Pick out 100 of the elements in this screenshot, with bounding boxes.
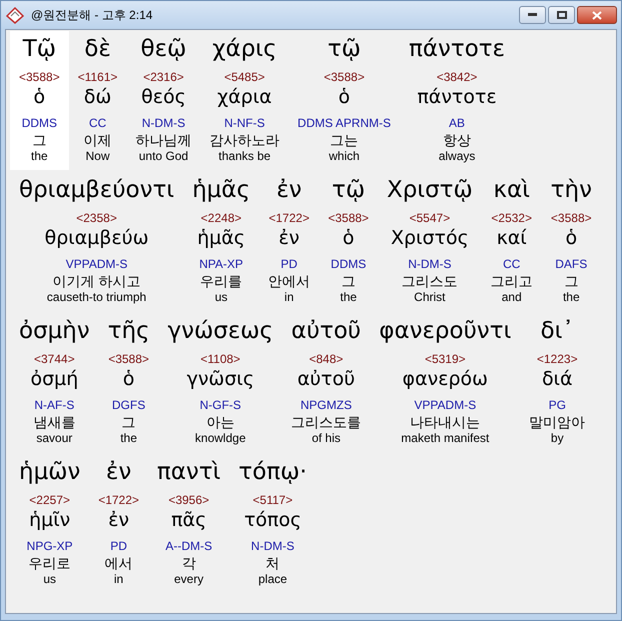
word-column[interactable]: χάρις <5485> χάρια N-NF-S 감사하노라 thanks be [200, 31, 289, 170]
korean-gloss: 우리로 [28, 554, 71, 572]
english-gloss: the [340, 290, 357, 305]
parsing-code: DDMS APRNM-S [298, 115, 391, 131]
greek-word: δι᾽ [540, 317, 574, 346]
parsing-code: PD [280, 256, 298, 272]
korean-gloss: 아는 [206, 413, 234, 431]
strong-number: <2316> [143, 69, 184, 85]
word-column[interactable]: θριαμβεύοντι <2358> θριαμβεύω VPPADM-S 이기게 하시고 causeth-to triumph [10, 172, 184, 311]
strong-number: <2532> [491, 210, 532, 226]
strong-number: <3588> [328, 210, 369, 226]
word-column[interactable]: Χριστῷ <5547> Χριστός N-DM-S 그리스도 Christ [378, 172, 482, 311]
korean-gloss: 이기게 하시고 [52, 272, 141, 290]
strong-number: <5547> [409, 210, 450, 226]
word-column[interactable]: τὴν <3588> ὁ DAFS 그 the [542, 172, 601, 311]
english-gloss: maketh manifest [401, 431, 490, 446]
english-gloss: the [120, 431, 138, 446]
lemma: ὁ [565, 226, 578, 250]
word-column[interactable]: τῷ <3588> ὁ DDMS APRNM-S 그는 which [288, 31, 400, 170]
greek-word: Χριστῷ [386, 176, 473, 205]
strong-number: <1108> [200, 351, 240, 367]
strong-number: <3588> [19, 69, 60, 85]
greek-word: θριαμβεύοντι [19, 176, 174, 205]
greek-word: αὐτοῦ [291, 317, 361, 346]
word-column[interactable]: τῆς <3588> ὁ DGFS 그 the [98, 313, 159, 452]
english-gloss: us [214, 290, 228, 305]
korean-gloss: 처 [266, 554, 280, 572]
greek-word: δὲ [84, 35, 111, 64]
word-column[interactable]: δὲ <1161> δώ CC 이제 Now [68, 31, 127, 170]
greek-word: καὶ [493, 176, 530, 205]
greek-word: ἐν [106, 458, 132, 487]
strong-number: <1722> [98, 492, 140, 508]
greek-word: τόπῳ· [238, 458, 307, 487]
parsing-code: DDMS [330, 256, 366, 272]
korean-gloss: 냄새를 [33, 413, 76, 431]
maximize-icon [556, 11, 566, 19]
english-gloss: by [550, 431, 564, 446]
greek-word: χάρις [212, 35, 277, 64]
strong-number: <5485> [224, 69, 265, 85]
parsing-code: N-DM-S [142, 115, 186, 131]
strong-number: <3842> [436, 69, 478, 85]
greek-word: ἐν [276, 176, 302, 205]
word-column[interactable]: γνώσεως <1108> γνῶσις N-GF-S 아는 knowldge [158, 313, 282, 452]
lemma: ἡμᾶς [197, 226, 246, 250]
lemma: ἐν [278, 226, 300, 250]
korean-gloss: 감사하노라 [210, 131, 280, 149]
maximize-button[interactable] [548, 6, 575, 24]
word-column[interactable]: καὶ <2532> καί CC 그리고 and [482, 172, 542, 311]
greek-word: ὀσμὴν [19, 317, 90, 346]
word-column[interactable]: θεῷ <2316> θεός N-DM-S 하나님께 unto God [126, 31, 201, 170]
parsing-code: PG [548, 397, 566, 413]
english-gloss: causeth-to triumph [46, 290, 146, 305]
parsing-code: DDMS [22, 115, 58, 131]
parsing-code: VPPADM-S [414, 397, 476, 413]
greek-word: πάντοτε [408, 35, 505, 64]
word-column[interactable]: ἡμᾶς <2248> ἡμᾶς NPA-XP 우리를 us [183, 172, 260, 311]
minimize-button[interactable] [519, 6, 546, 24]
parsing-code: DAFS [555, 256, 588, 272]
parsing-code: NPGMZS [300, 397, 352, 413]
lemma: ὀσμή [30, 367, 78, 391]
word-column[interactable]: ἐν <1722> ἐν PD 에서 in [89, 454, 148, 593]
parsing-code: N-NF-S [224, 115, 265, 131]
word-column[interactable]: τόπῳ· <5117> τόπος N-DM-S 처 place [230, 454, 316, 593]
strong-number: <3956> [168, 492, 210, 508]
english-gloss: Christ [414, 290, 446, 305]
lemma: ὁ [122, 367, 134, 391]
word-column[interactable]: ἐν <1722> ἐν PD 안에서 in [259, 172, 320, 311]
english-gloss: the [562, 290, 580, 305]
word-column[interactable]: δι᾽ <1223> διά PG 말미암아 by [520, 313, 594, 452]
greek-word: τῷ [328, 35, 361, 64]
lemma: Χριστός [390, 226, 469, 250]
word-column[interactable]: πάντοτε <3842> πάντοτε AB 항상 always [400, 31, 514, 170]
lemma: θριαμβεύω [44, 226, 149, 250]
lemma: ὁ [338, 85, 350, 109]
korean-gloss: 우리를 [200, 272, 242, 290]
word-column[interactable]: παντὶ <3956> πᾶς A--DM-S 각 every [148, 454, 230, 593]
parsing-code: NPG-XP [26, 538, 73, 554]
word-column[interactable]: ὀσμὴν <3744> ὀσμή N-AF-S 냄새를 savour [10, 313, 99, 452]
word-column[interactable]: αὐτοῦ <848> αὐτοῦ NPGMZS 그리스도를 of his [282, 313, 370, 452]
greek-word: τῷ [332, 176, 365, 205]
korean-gloss: 이제 [84, 131, 112, 149]
parsing-code: N-DM-S [408, 256, 452, 272]
greek-word: φανεροῦντι [379, 317, 512, 346]
close-button[interactable] [577, 6, 617, 24]
korean-gloss: 그 [122, 413, 136, 431]
parsing-code: NPA-XP [199, 256, 244, 272]
english-gloss: which [328, 149, 360, 164]
korean-gloss: 에서 [104, 554, 133, 572]
parsing-code: A--DM-S [165, 538, 212, 554]
strong-number: <1722> [268, 210, 310, 226]
word-column[interactable]: ἡμῶν <2257> ἡμῖν NPG-XP 우리로 us [10, 454, 90, 593]
lemma: πᾶς [171, 508, 206, 532]
english-gloss: knowldge [195, 431, 246, 446]
korean-gloss: 항상 [442, 131, 471, 149]
word-column[interactable]: φανεροῦντι <5319> φανερόω VPPADM-S 나타내시는 maketh manifest [370, 313, 520, 452]
korean-gloss: 그 [341, 272, 356, 290]
korean-gloss: 그리스도 [402, 272, 458, 290]
word-column[interactable]: Τῷ <3588> ὁ DDMS 그 the [10, 31, 69, 170]
word-column[interactable]: τῷ <3588> ὁ DDMS 그 the [319, 172, 378, 311]
korean-gloss: 말미암아 [529, 413, 586, 431]
